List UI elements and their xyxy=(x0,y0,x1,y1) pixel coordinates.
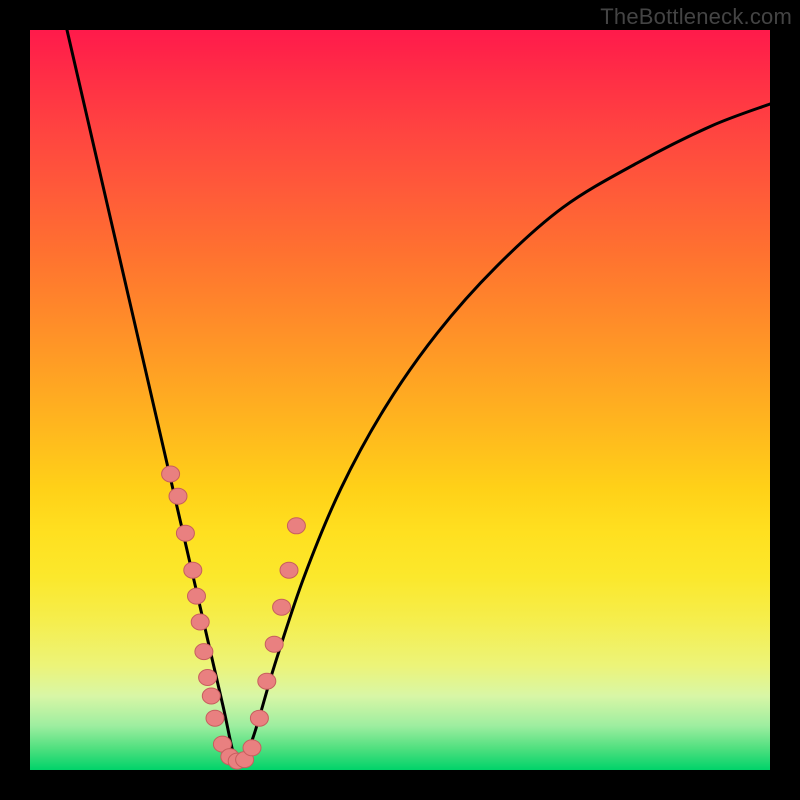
heat-gradient-background xyxy=(30,30,770,770)
chart-frame: TheBottleneck.com xyxy=(0,0,800,800)
watermark-text: TheBottleneck.com xyxy=(600,4,792,30)
plot-area xyxy=(30,30,770,770)
